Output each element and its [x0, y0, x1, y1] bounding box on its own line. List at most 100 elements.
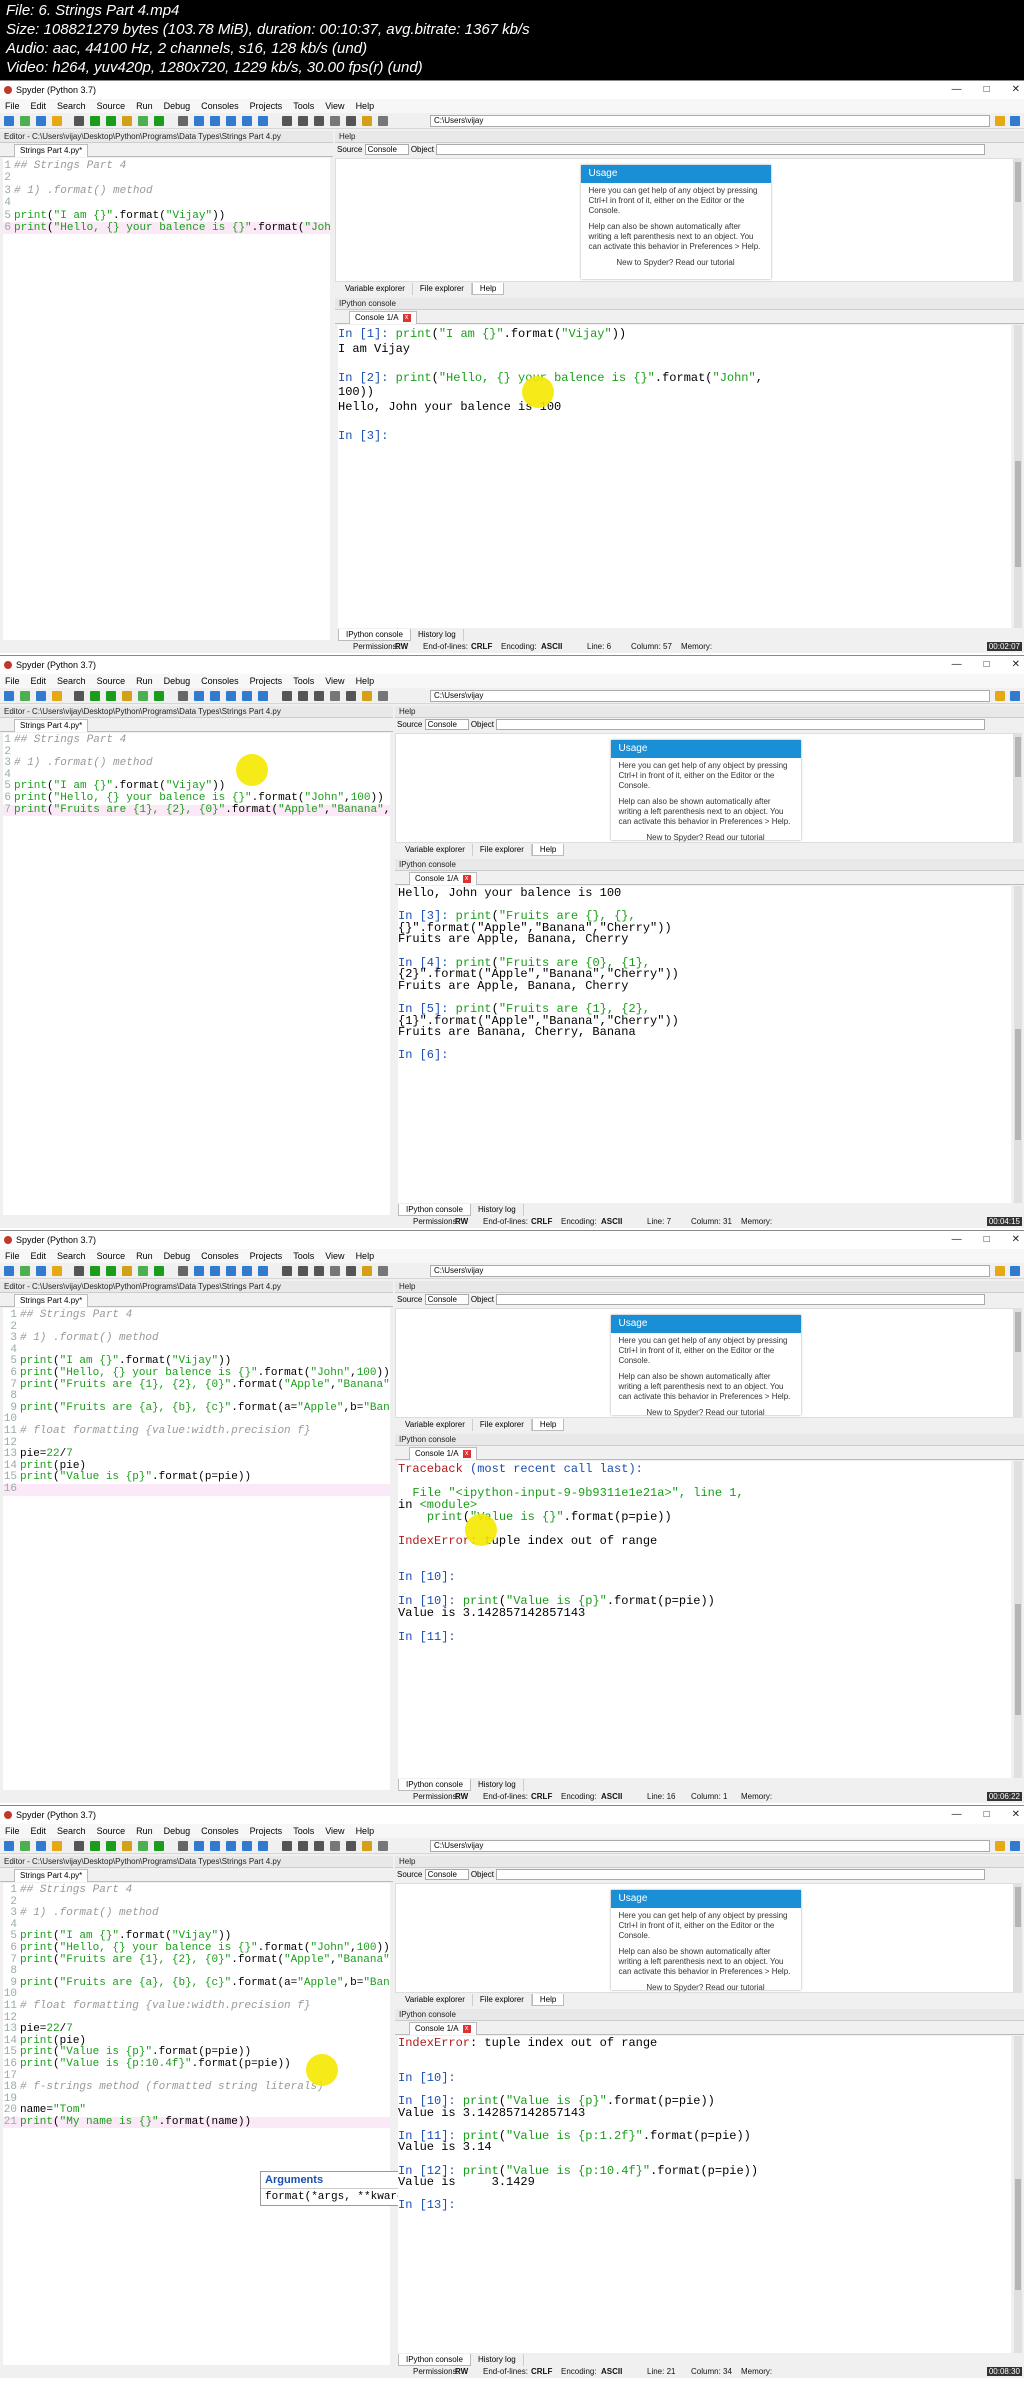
object-input[interactable]: [496, 1869, 986, 1881]
editor-tab[interactable]: Strings Part 4.py*: [14, 1869, 89, 1882]
toolbar-icon[interactable]: [314, 691, 324, 701]
toolbar-icon[interactable]: [4, 1266, 14, 1276]
folder-icon[interactable]: [995, 1266, 1005, 1276]
pane-tab[interactable]: Help: [471, 283, 505, 295]
console-tab[interactable]: Console 1/A x: [349, 311, 417, 324]
toolbar-icon[interactable]: [362, 116, 372, 126]
toolbar-icon[interactable]: [178, 116, 188, 126]
toolbar-icon[interactable]: [194, 691, 204, 701]
toolbar-icon[interactable]: [36, 116, 46, 126]
menu-item[interactable]: Edit: [31, 1824, 47, 1838]
menu-item[interactable]: Run: [136, 99, 153, 113]
help-scrollbar[interactable]: [1014, 1308, 1022, 1418]
toolbar-icon[interactable]: [226, 116, 236, 126]
menu-item[interactable]: Projects: [250, 99, 283, 113]
source-select[interactable]: Console: [424, 719, 469, 731]
toolbar-icon[interactable]: [282, 116, 292, 126]
toolbar-icon[interactable]: [154, 116, 164, 126]
folder-icon[interactable]: [995, 691, 1005, 701]
menu-item[interactable]: Consoles: [201, 99, 239, 113]
menu-item[interactable]: File: [5, 99, 20, 113]
toolbar-icon[interactable]: [106, 691, 116, 701]
toolbar-icon[interactable]: [210, 1841, 220, 1851]
menu-item[interactable]: File: [5, 1824, 20, 1838]
toolbar-icon[interactable]: [138, 1266, 148, 1276]
toolbar-icon[interactable]: [20, 691, 30, 701]
pane-tab[interactable]: File explorer: [413, 283, 472, 295]
console-tab[interactable]: Console 1/A x: [409, 872, 477, 885]
toolbar-icon[interactable]: [330, 1841, 340, 1851]
arrow-right-icon[interactable]: [1010, 116, 1020, 126]
toolbar-icon[interactable]: [74, 1841, 84, 1851]
menu-item[interactable]: Search: [57, 1249, 86, 1263]
code-editor[interactable]: 1 ## Strings Part 4 2 3 # 1) .format() metho…: [3, 1308, 390, 1790]
toolbar-icon[interactable]: [258, 691, 268, 701]
menu-item[interactable]: Tools: [293, 99, 314, 113]
code-editor[interactable]: 1 ## Strings Part 4 2 3 # 1) .format() metho…: [3, 733, 390, 1215]
working-directory-input[interactable]: C:\Users\vijay: [430, 690, 990, 702]
menu-item[interactable]: Consoles: [201, 1249, 239, 1263]
toolbar-icon[interactable]: [74, 691, 84, 701]
menu-item[interactable]: Tools: [293, 1249, 314, 1263]
maximize-icon[interactable]: □: [984, 81, 990, 99]
toolbar-icon[interactable]: [298, 1841, 308, 1851]
pane-tab[interactable]: File explorer: [473, 1419, 532, 1431]
menu-item[interactable]: Edit: [31, 674, 47, 688]
menu-item[interactable]: Debug: [164, 1824, 191, 1838]
editor-tab[interactable]: Strings Part 4.py*: [14, 1294, 89, 1307]
toolbar-icon[interactable]: [36, 1266, 46, 1276]
pane-tab[interactable]: IPython console: [398, 1204, 471, 1216]
toolbar-icon[interactable]: [314, 1841, 324, 1851]
toolbar-icon[interactable]: [378, 1266, 388, 1276]
menu-item[interactable]: Debug: [164, 1249, 191, 1263]
toolbar-icon[interactable]: [314, 116, 324, 126]
toolbar-icon[interactable]: [122, 1841, 132, 1851]
folder-icon[interactable]: [995, 1841, 1005, 1851]
menu-item[interactable]: Help: [356, 674, 375, 688]
menu-item[interactable]: View: [325, 674, 344, 688]
close-tab-icon[interactable]: x: [402, 313, 411, 322]
pane-tab[interactable]: History log: [471, 1204, 524, 1216]
menu-item[interactable]: Help: [356, 1824, 375, 1838]
toolbar-icon[interactable]: [242, 691, 252, 701]
close-tab-icon[interactable]: x: [462, 1449, 471, 1458]
menu-item[interactable]: Help: [356, 1249, 375, 1263]
toolbar-icon[interactable]: [20, 1266, 30, 1276]
minimize-icon[interactable]: —: [952, 1806, 962, 1824]
arrow-right-icon[interactable]: [1010, 1266, 1020, 1276]
toolbar-icon[interactable]: [106, 1841, 116, 1851]
toolbar-icon[interactable]: [194, 116, 204, 126]
menu-item[interactable]: Edit: [31, 1249, 47, 1263]
arrow-right-icon[interactable]: [1010, 691, 1020, 701]
toolbar-icon[interactable]: [52, 691, 62, 701]
toolbar-icon[interactable]: [52, 1266, 62, 1276]
pane-tab[interactable]: IPython console: [398, 2354, 471, 2366]
usage-tutorial-link[interactable]: New to Spyder? Read our tutorial: [611, 830, 801, 846]
ipython-console[interactable]: Hello, John your balence is 100 In [3]: …: [398, 886, 1011, 1203]
source-select[interactable]: Console: [364, 144, 409, 156]
help-scrollbar[interactable]: [1014, 158, 1022, 282]
toolbar-icon[interactable]: [36, 1841, 46, 1851]
menu-item[interactable]: Search: [57, 1824, 86, 1838]
toolbar-icon[interactable]: [298, 1266, 308, 1276]
toolbar-icon[interactable]: [74, 116, 84, 126]
toolbar-icon[interactable]: [20, 116, 30, 126]
toolbar-icon[interactable]: [210, 691, 220, 701]
pane-tab[interactable]: IPython console: [338, 629, 411, 641]
toolbar-icon[interactable]: [346, 691, 356, 701]
pane-tab[interactable]: Variable explorer: [398, 1994, 473, 2006]
minimize-icon[interactable]: —: [952, 81, 962, 99]
toolbar-icon[interactable]: [362, 691, 372, 701]
toolbar-icon[interactable]: [36, 691, 46, 701]
close-tab-icon[interactable]: x: [462, 2024, 471, 2033]
toolbar-icon[interactable]: [282, 1841, 292, 1851]
menu-item[interactable]: Run: [136, 1249, 153, 1263]
console-scrollbar[interactable]: [1014, 1461, 1022, 1778]
toolbar-icon[interactable]: [106, 116, 116, 126]
toolbar-icon[interactable]: [178, 691, 188, 701]
ipython-console[interactable]: IndexError: tuple index out of range In …: [398, 2036, 1011, 2353]
pane-tab[interactable]: Help: [531, 844, 565, 856]
console-scrollbar[interactable]: [1014, 886, 1022, 1203]
menu-item[interactable]: Consoles: [201, 674, 239, 688]
menu-item[interactable]: Consoles: [201, 1824, 239, 1838]
